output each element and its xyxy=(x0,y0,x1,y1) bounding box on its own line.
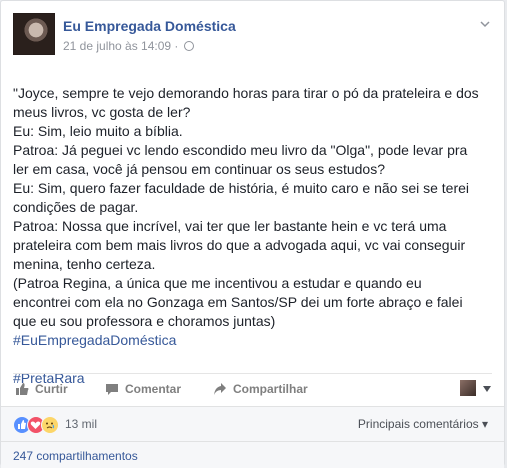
page-name-link[interactable]: Eu Empregada Doméstica xyxy=(63,18,236,34)
share-button[interactable]: Compartilhar xyxy=(213,378,308,400)
like-label: Curtir xyxy=(35,382,68,396)
viewer-avatar[interactable] xyxy=(460,380,476,396)
comment-label: Comentar xyxy=(125,382,182,396)
post-timestamp[interactable]: 21 de julho às 14:09 · xyxy=(63,39,178,53)
post-meta: 21 de julho às 14:09 · xyxy=(63,39,194,53)
share-label: Compartilhar xyxy=(233,382,308,396)
post-actions: Curtir Comentar Compartilhar xyxy=(13,373,492,404)
globe-icon xyxy=(183,41,194,51)
comments-order-dropdown[interactable]: Principais comentários ▾ xyxy=(358,417,488,431)
chevron-down-icon[interactable] xyxy=(480,19,490,29)
comment-button[interactable]: Comentar xyxy=(105,378,181,400)
reactions-bar: 13 mil Principais comentários ▾ xyxy=(1,406,504,441)
share-icon xyxy=(214,383,226,395)
post-card: Eu Empregada Doméstica 21 de julho às 14… xyxy=(0,0,505,468)
hashtag-link[interactable]: #EuEmpregadaDoméstica xyxy=(13,331,483,350)
reaction-count[interactable]: 13 mil xyxy=(65,417,97,431)
post-body: "Joyce, sempre te vejo demorando horas p… xyxy=(13,65,483,407)
like-button[interactable]: Curtir xyxy=(15,378,68,400)
thumbs-up-icon xyxy=(16,383,29,395)
post-body-text: "Joyce, sempre te vejo demorando horas p… xyxy=(13,85,479,329)
post-header: Eu Empregada Doméstica 21 de julho às 14… xyxy=(13,13,492,57)
share-count-link[interactable]: 247 compartilhamentos xyxy=(13,449,138,463)
page-avatar[interactable] xyxy=(13,13,55,55)
comment-icon xyxy=(106,384,118,395)
sad-icon xyxy=(41,416,59,434)
shares-bar: 247 compartilhamentos xyxy=(1,441,504,468)
caret-down-icon[interactable] xyxy=(482,385,492,393)
